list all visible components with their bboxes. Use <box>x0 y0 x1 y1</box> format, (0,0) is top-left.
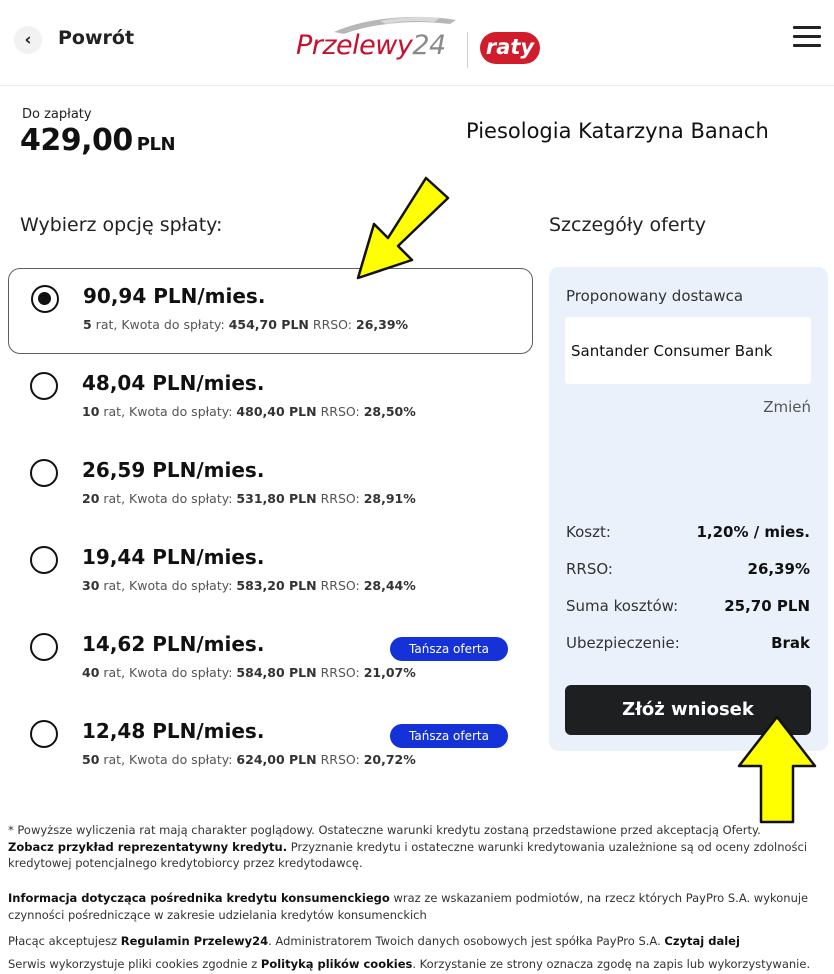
cookies-consent-text: . Korzystanie ze strony oznacza zgodę na… <box>412 957 811 971</box>
rrso-text: RRSO: <box>316 665 364 680</box>
total-cost-label: Suma kosztów: <box>566 597 679 615</box>
total-repayment: 531,80 PLN <box>236 491 317 506</box>
rrso-label: RRSO: <box>566 560 613 578</box>
rrso-text: RRSO: <box>308 317 356 332</box>
yellow-arrow-up-icon <box>737 715 817 824</box>
offer-details-panel: Proponowany dostawca Santander Consumer … <box>549 267 828 751</box>
cookies-policy-link[interactable]: Polityką plików cookies <box>261 957 412 971</box>
merchant-name: Piesologia Katarzyna Banach <box>466 119 769 143</box>
radio-button[interactable] <box>30 720 58 748</box>
radio-button[interactable] <box>30 633 58 661</box>
total-cost-value: 25,70 PLN <box>724 597 810 615</box>
installments-text: rat, Kwota do spłaty: <box>99 404 237 419</box>
monthly-payment: 26,59 PLN/mies. <box>82 458 265 482</box>
representative-example-link[interactable]: Zobacz przykład reprezentatywny kredytu. <box>8 840 287 854</box>
provider-label: Proponowany dostawca <box>566 287 744 305</box>
cheaper-offer-badge: Tańsza oferta <box>390 724 508 748</box>
monthly-payment: 19,44 PLN/mies. <box>82 545 265 569</box>
installment-option[interactable]: 14,62 PLN/mies. 40 rat, Kwota do spłaty: … <box>8 617 533 703</box>
terms-info: Płacąc akceptujesz Regulamin Przelewy24.… <box>8 933 826 950</box>
installment-option[interactable]: 90,94 PLN/mies. 5 rat, Kwota do spłaty: 4… <box>8 268 533 354</box>
logo-divider <box>467 32 468 68</box>
installment-count: 30 <box>82 578 100 593</box>
radio-button[interactable] <box>30 459 58 487</box>
read-more-link[interactable]: Czytaj dalej <box>664 934 740 948</box>
rrso-value: 28,50% <box>363 404 416 419</box>
total-repayment: 624,00 PLN <box>236 752 317 767</box>
installments-text: rat, Kwota do spłaty: <box>91 317 229 332</box>
disclaimer-text: * Powyższe wyliczenia rat mają charakter… <box>8 822 826 872</box>
data-admin-text: . Administratorem Twoich danych osobowyc… <box>268 934 665 948</box>
amount-due-label: Do zapłaty <box>22 107 92 122</box>
installment-count: 10 <box>82 404 100 419</box>
terms-text: Płacąc akceptujesz <box>8 934 121 948</box>
rrso-value: 28,91% <box>363 491 416 506</box>
back-button[interactable]: Powrót <box>58 27 134 49</box>
cookies-info: Serwis wykorzystuje pliki cookies zgodni… <box>8 956 826 973</box>
installment-option[interactable]: 26,59 PLN/mies. 20 rat, Kwota do spłaty: … <box>8 443 533 529</box>
przelewy24-raty-logo: Przelewy24 raty <box>290 10 550 78</box>
option-details: 40 rat, Kwota do spłaty: 584,80 PLN RRSO… <box>82 665 416 680</box>
insurance-value: Brak <box>771 634 810 652</box>
intermediary-info-link[interactable]: Informacja dotycząca pośrednika kredytu … <box>8 891 390 905</box>
offer-details-heading: Szczegóły oferty <box>549 214 707 236</box>
installment-count: 20 <box>82 491 100 506</box>
installment-option[interactable]: 12,48 PLN/mies. 50 rat, Kwota do spłaty: … <box>8 704 533 790</box>
terms-link[interactable]: Regulamin Przelewy24 <box>121 934 268 948</box>
installment-count: 40 <box>82 665 100 680</box>
monthly-payment: 14,62 PLN/mies. <box>82 632 265 656</box>
rrso-value: 26,39% <box>356 317 409 332</box>
provider-box: Santander Consumer Bank <box>565 317 811 384</box>
installments-text: rat, Kwota do spłaty: <box>99 491 237 506</box>
back-chevron-icon[interactable]: ‹ <box>14 26 42 54</box>
change-provider-link[interactable]: Zmień <box>763 398 811 416</box>
option-details: 20 rat, Kwota do spłaty: 531,80 PLN RRSO… <box>82 491 416 506</box>
radio-button[interactable] <box>30 546 58 574</box>
total-repayment: 584,80 PLN <box>236 665 317 680</box>
options-heading: Wybierz opcję spłaty: <box>20 214 223 236</box>
hamburger-menu-icon[interactable] <box>793 26 821 48</box>
rrso-value: 26,39% <box>747 560 810 578</box>
installment-count: 5 <box>83 317 92 332</box>
amount-due-value: 429,00 PLN <box>20 123 176 158</box>
rrso-value: 28,44% <box>363 578 416 593</box>
intermediary-info: Informacja dotycząca pośrednika kredytu … <box>8 890 826 923</box>
installment-option[interactable]: 48,04 PLN/mies. 10 rat, Kwota do spłaty: … <box>8 356 533 442</box>
insurance-label: Ubezpieczenie: <box>566 634 680 652</box>
provider-name: Santander Consumer Bank <box>571 342 773 360</box>
cost-value: 1,20% / mies. <box>696 523 810 541</box>
rrso-value: 20,72% <box>363 752 416 767</box>
option-details: 50 rat, Kwota do spłaty: 624,00 PLN RRSO… <box>82 752 416 767</box>
rrso-text: RRSO: <box>316 491 364 506</box>
total-repayment: 454,70 PLN <box>228 317 309 332</box>
installments-text: rat, Kwota do spłaty: <box>99 665 237 680</box>
monthly-payment: 48,04 PLN/mies. <box>82 371 265 395</box>
rrso-text: RRSO: <box>316 752 364 767</box>
logo-wordmark: Przelewy24 <box>296 30 446 61</box>
top-bar: ‹ Powrót Przelewy24 raty <box>0 0 834 86</box>
raty-badge: raty <box>480 32 540 64</box>
yellow-arrow-down-left-icon <box>356 176 450 280</box>
option-details: 30 rat, Kwota do spłaty: 583,20 PLN RRSO… <box>82 578 416 593</box>
option-details: 10 rat, Kwota do spłaty: 480,40 PLN RRSO… <box>82 404 416 419</box>
option-details: 5 rat, Kwota do spłaty: 454,70 PLN RRSO:… <box>83 317 408 332</box>
cookies-text: Serwis wykorzystuje pliki cookies zgodni… <box>8 957 261 971</box>
radio-button[interactable] <box>30 372 58 400</box>
monthly-payment: 90,94 PLN/mies. <box>83 284 266 308</box>
installments-text: rat, Kwota do spłaty: <box>99 578 237 593</box>
disclaimer-intro: * Powyższe wyliczenia rat mają charakter… <box>8 823 761 837</box>
total-repayment: 480,40 PLN <box>236 404 317 419</box>
installment-count: 50 <box>82 752 100 767</box>
installments-text: rat, Kwota do spłaty: <box>99 752 237 767</box>
rrso-value: 21,07% <box>363 665 416 680</box>
rrso-text: RRSO: <box>316 578 364 593</box>
cheaper-offer-badge: Tańsza oferta <box>390 637 508 661</box>
radio-button[interactable] <box>31 285 59 313</box>
cost-label: Koszt: <box>566 523 611 541</box>
total-repayment: 583,20 PLN <box>236 578 317 593</box>
rrso-text: RRSO: <box>316 404 364 419</box>
monthly-payment: 12,48 PLN/mies. <box>82 719 265 743</box>
installment-option[interactable]: 19,44 PLN/mies. 30 rat, Kwota do spłaty: … <box>8 530 533 616</box>
